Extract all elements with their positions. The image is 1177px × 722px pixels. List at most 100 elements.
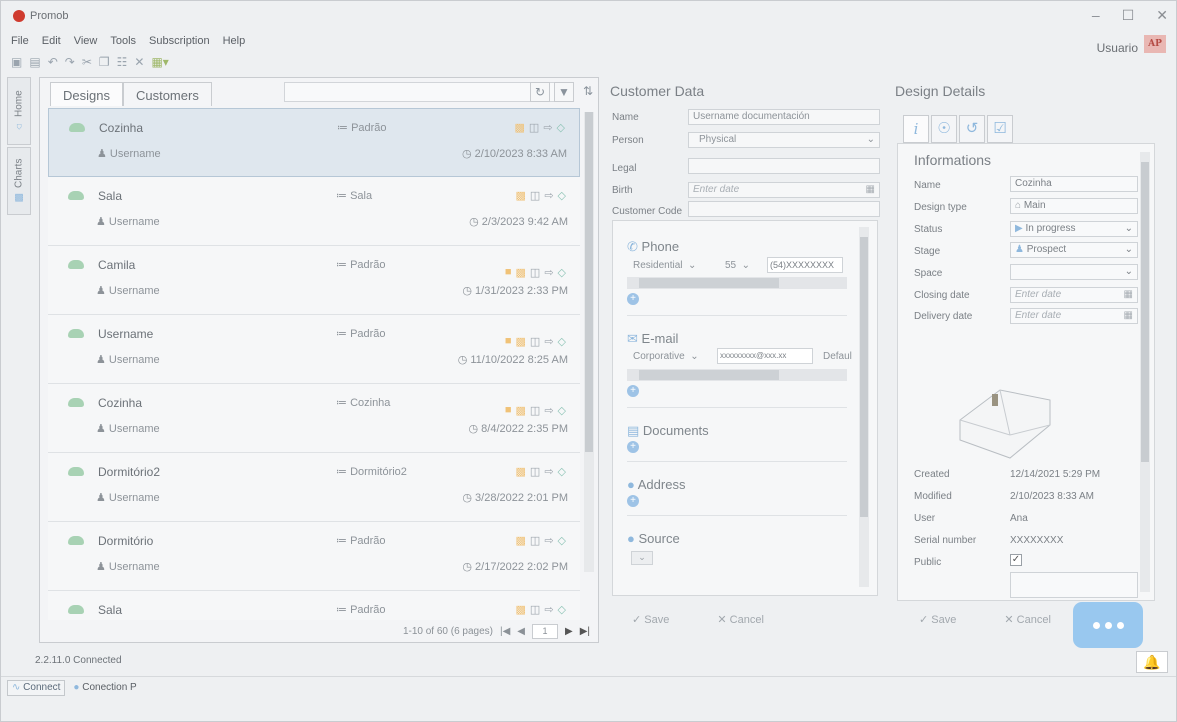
- menu-help[interactable]: Help: [223, 35, 246, 47]
- page-input[interactable]: 1: [532, 624, 558, 639]
- phone-code-select[interactable]: 55 ⌄: [725, 260, 750, 271]
- detail-name-field[interactable]: Cozinha: [1010, 176, 1138, 192]
- share-icon[interactable]: ◇: [558, 335, 566, 348]
- avatar[interactable]: AP: [1144, 35, 1166, 53]
- document-icon[interactable]: ◫: [530, 465, 540, 478]
- sort-icon[interactable]: ⇅: [578, 82, 598, 102]
- folder-icon[interactable]: ▩: [516, 266, 526, 279]
- layout-icon[interactable]: ▦▾: [151, 55, 168, 69]
- minimize-button[interactable]: –: [1092, 7, 1100, 24]
- menu-file[interactable]: File: [11, 35, 29, 47]
- customer-cancel-button[interactable]: ✕ Cancel: [717, 613, 764, 626]
- user-name[interactable]: Usuario: [1097, 41, 1138, 55]
- design-row[interactable]: Username ♟ Username ≔ Padrão ◷ 11/10/202…: [48, 315, 580, 384]
- menu-tools[interactable]: Tools: [110, 35, 136, 47]
- document-icon[interactable]: ◫: [530, 335, 540, 348]
- calendar-icon[interactable]: ▦: [1124, 288, 1133, 302]
- chat-widget-button[interactable]: [1073, 602, 1143, 648]
- design-list-scrollbar[interactable]: [584, 112, 594, 572]
- export-icon[interactable]: ⇨: [544, 189, 553, 202]
- menu-subscription[interactable]: Subscription: [149, 35, 210, 47]
- scrollbar-thumb[interactable]: [585, 112, 593, 452]
- folder-icon[interactable]: ▩: [516, 534, 526, 547]
- document-icon[interactable]: ◫: [530, 603, 540, 616]
- save-icon[interactable]: ▣: [11, 55, 22, 69]
- document-icon[interactable]: ◫: [530, 534, 540, 547]
- share-icon[interactable]: ◇: [558, 189, 566, 202]
- source-select[interactable]: ⌄: [631, 551, 653, 565]
- export-icon[interactable]: ⇨: [544, 534, 553, 547]
- customer-icon[interactable]: ■: [505, 335, 512, 348]
- notes-field[interactable]: [1010, 572, 1138, 598]
- export-icon[interactable]: ⇨: [544, 404, 553, 417]
- design-row[interactable]: Cozinha ♟ Username ≔ Padrão ◷ 2/10/2023 …: [48, 108, 580, 177]
- maximize-button[interactable]: ☐: [1122, 7, 1135, 24]
- scrollbar-thumb[interactable]: [639, 278, 779, 288]
- export-icon[interactable]: ⇨: [544, 603, 553, 616]
- email-hscroll[interactable]: [627, 369, 847, 381]
- add-phone-icon[interactable]: +: [627, 293, 639, 305]
- phone-number-field[interactable]: (54)XXXXXXXX: [767, 257, 843, 273]
- refresh-icon[interactable]: ↻: [530, 82, 550, 102]
- status-select[interactable]: ▶ In progress ⌄: [1010, 221, 1138, 237]
- customer-icon[interactable]: ■: [505, 404, 512, 417]
- menu-view[interactable]: View: [74, 35, 98, 47]
- phone-type-select[interactable]: Residential ⌄: [633, 260, 696, 271]
- tab-info[interactable]: i: [903, 115, 929, 143]
- share-icon[interactable]: ◇: [558, 603, 566, 616]
- document-icon[interactable]: ◫: [530, 404, 540, 417]
- copy-icon[interactable]: ❐: [99, 55, 110, 69]
- design-row[interactable]: Sala ♟ Username ≔ Sala ◷ 2/3/2023 9:42 A…: [48, 177, 580, 246]
- export-icon[interactable]: ⇨: [544, 266, 553, 279]
- menu-edit[interactable]: Edit: [42, 35, 61, 47]
- connection-status[interactable]: ● Conection P: [73, 682, 136, 693]
- stage-select[interactable]: ♟ Prospect ⌄: [1010, 242, 1138, 258]
- folder-icon[interactable]: ▩: [515, 121, 525, 134]
- filter-icon[interactable]: ▼: [554, 82, 574, 102]
- space-select[interactable]: ⌄: [1010, 264, 1138, 280]
- calendar-icon[interactable]: ▦: [866, 183, 875, 197]
- public-checkbox[interactable]: ✓: [1010, 554, 1022, 566]
- customer-icon[interactable]: ■: [505, 266, 512, 279]
- folder-icon[interactable]: ▩: [516, 404, 526, 417]
- closing-date-field[interactable]: Enter date ▦: [1010, 287, 1138, 303]
- share-icon[interactable]: ◇: [558, 465, 566, 478]
- calendar-icon[interactable]: ▦: [1124, 309, 1133, 323]
- design-row[interactable]: Cozinha ♟ Username ≔ Cozinha ◷ 8/4/2022 …: [48, 384, 580, 453]
- person-select[interactable]: Physical ⌄: [688, 132, 880, 148]
- add-address-icon[interactable]: +: [627, 495, 639, 507]
- legal-field[interactable]: [688, 158, 880, 174]
- folder-icon[interactable]: ▩: [516, 335, 526, 348]
- first-page-icon[interactable]: |◀: [500, 626, 510, 637]
- add-document-icon[interactable]: +: [627, 441, 639, 453]
- details-save-button[interactable]: ✓ Save: [919, 613, 956, 626]
- scrollbar-thumb[interactable]: [639, 370, 779, 380]
- design-row[interactable]: Camila ♟ Username ≔ Padrão ◷ 1/31/2023 2…: [48, 246, 580, 315]
- design-type-select[interactable]: ⌂ Main: [1010, 198, 1138, 214]
- tab-checklist[interactable]: ☑: [987, 115, 1013, 143]
- next-page-icon[interactable]: ▶: [565, 626, 573, 637]
- delete-icon[interactable]: ✕: [134, 55, 144, 69]
- prev-page-icon[interactable]: ◀: [517, 626, 525, 637]
- document-icon[interactable]: ◫: [530, 266, 540, 279]
- customer-save-button[interactable]: ✓ Save: [632, 613, 669, 626]
- customer-code-field[interactable]: [688, 201, 880, 217]
- export-icon[interactable]: ⇨: [544, 335, 553, 348]
- sidetab-charts[interactable]: ▩ Charts: [7, 147, 31, 215]
- tab-hierarchy[interactable]: ☉: [931, 115, 957, 143]
- share-icon[interactable]: ◇: [558, 266, 566, 279]
- tab-history[interactable]: ↺: [959, 115, 985, 143]
- paste-icon[interactable]: ☷: [117, 55, 128, 69]
- folder-icon[interactable]: ▩: [516, 189, 526, 202]
- connect-button[interactable]: ∿ Connect: [7, 679, 66, 696]
- redo-icon[interactable]: ↷: [65, 55, 75, 69]
- print-icon[interactable]: ▤: [29, 55, 40, 69]
- folder-icon[interactable]: ▩: [516, 603, 526, 616]
- details-cancel-button[interactable]: ✕ Cancel: [1004, 613, 1051, 626]
- design-row[interactable]: Sala ≔ Padrão ▩ ◫ ⇨ ◇: [48, 591, 580, 620]
- document-icon[interactable]: ◫: [530, 189, 540, 202]
- close-button[interactable]: ✕: [1156, 7, 1168, 24]
- sidetab-home[interactable]: ⌂ Home: [7, 77, 31, 145]
- contact-scrollbar[interactable]: [859, 227, 869, 587]
- birth-date-field[interactable]: Enter date ▦: [688, 182, 880, 198]
